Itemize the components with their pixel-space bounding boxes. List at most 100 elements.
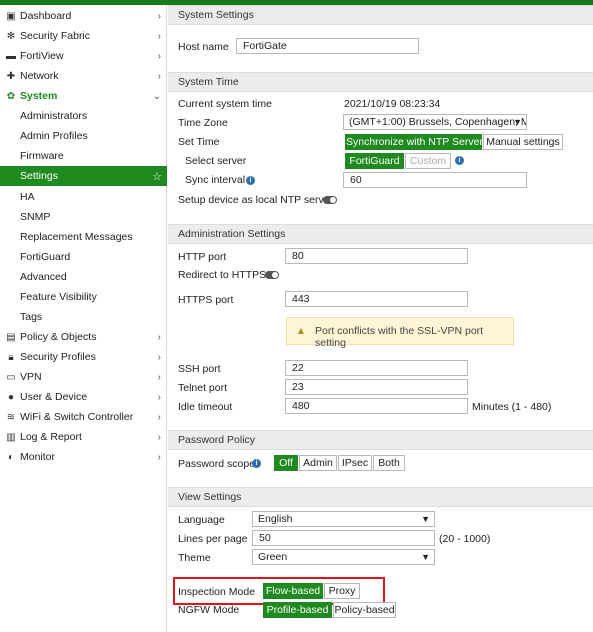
info-icon[interactable]: i	[252, 459, 261, 468]
sidebar-item-administrators[interactable]: Administrators	[0, 106, 167, 126]
star-icon[interactable]: ☆	[152, 170, 162, 183]
sidebar-item-ha[interactable]: HA	[0, 187, 167, 207]
ngfw-profile-based-button[interactable]: Profile-based	[263, 602, 332, 618]
password-scope-admin[interactable]: Admin	[299, 455, 337, 471]
chevron-right-icon: ›	[157, 351, 161, 363]
user-icon: ●	[7, 391, 15, 403]
sidebar-item-fortiguard[interactable]: FortiGuard	[0, 247, 167, 267]
sidebar-item-vpn[interactable]: ▭ VPN ›	[0, 367, 167, 387]
section-header-system-time: System Time	[168, 72, 593, 92]
hostname-input[interactable]: FortiGate	[236, 38, 419, 54]
settings-main: System Settings Host name FortiGate Syst…	[168, 5, 593, 632]
theme-select[interactable]: Green ▼	[252, 549, 435, 565]
sidebar-item-snmp[interactable]: SNMP	[0, 207, 167, 227]
manual-settings-button[interactable]: Manual settings	[483, 134, 563, 150]
chevron-right-icon: ›	[157, 451, 161, 463]
sidebar-item-security-profiles[interactable]: 🔒︎ Security Profiles ›	[0, 347, 167, 367]
inspection-proxy-button[interactable]: Proxy	[324, 583, 360, 599]
section-header-password-policy: Password Policy	[168, 430, 593, 450]
ngfw-policy-based-button[interactable]: Policy-based	[333, 602, 396, 618]
chevron-right-icon: ›	[157, 10, 161, 22]
chevron-right-icon: ›	[157, 371, 161, 383]
chart-icon: ▥	[6, 431, 16, 443]
current-time-value: 2021/10/19 08:23:34	[344, 98, 441, 110]
ssh-port-input[interactable]: 22	[285, 360, 468, 376]
warning-text: Port conflicts with the SSL-VPN port set…	[315, 325, 484, 349]
section-header-system-settings: System Settings	[168, 5, 593, 25]
chevron-down-icon: ⌄	[152, 90, 161, 102]
hostname-label: Host name	[178, 41, 229, 53]
sidebar: ▣ Dashboard › ✻ Security Fabric › ▬ Fort…	[0, 5, 167, 632]
password-scope-ipsec[interactable]: IPsec	[338, 455, 372, 471]
sync-interval-label: Sync interval	[185, 174, 246, 186]
warning-icon: ▲	[296, 326, 306, 337]
sidebar-item-firmware[interactable]: Firmware	[0, 146, 167, 166]
chevron-right-icon: ›	[157, 50, 161, 62]
sidebar-item-network[interactable]: ✚ Network ›	[0, 66, 167, 86]
sidebar-item-settings[interactable]: Settings ☆	[0, 166, 167, 186]
section-header-view-settings: View Settings	[168, 487, 593, 507]
sync-interval-input[interactable]: 60	[343, 172, 527, 188]
language-select[interactable]: English ▼	[252, 511, 435, 527]
idle-timeout-input[interactable]: 480	[285, 398, 468, 414]
sidebar-item-log-report[interactable]: ▥ Log & Report ›	[0, 427, 167, 447]
https-port-input[interactable]: 443	[285, 291, 468, 307]
chevron-right-icon: ›	[157, 431, 161, 443]
sidebar-item-security-fabric[interactable]: ✻ Security Fabric ›	[0, 26, 167, 46]
http-port-input[interactable]: 80	[285, 248, 468, 264]
lock-icon: 🔒︎	[8, 351, 14, 363]
security-fabric-icon: ✻	[6, 30, 16, 42]
password-scope-both[interactable]: Both	[373, 455, 405, 471]
timezone-select[interactable]: (GMT+1:00) Brussels, Copenhagen, M ▼	[343, 114, 527, 130]
fortiview-icon: ▬	[6, 50, 16, 62]
local-ntp-toggle[interactable]	[323, 196, 337, 204]
sidebar-item-policy-objects[interactable]: ▤ Policy & Objects ›	[0, 327, 167, 347]
sync-ntp-button[interactable]: Synchronize with NTP Server	[345, 134, 483, 150]
chevron-right-icon: ›	[157, 30, 161, 42]
info-icon[interactable]: i	[455, 156, 464, 165]
select-server-label: Select server	[185, 155, 247, 167]
language-label: Language	[178, 514, 225, 526]
timezone-label: Time Zone	[178, 117, 228, 129]
ssh-port-label: SSH port	[178, 363, 221, 375]
sidebar-item-system[interactable]: ✿ System ⌄	[0, 86, 167, 106]
sidebar-item-admin-profiles[interactable]: Admin Profiles	[0, 126, 167, 146]
section-header-admin-settings: Administration Settings	[168, 224, 593, 244]
server-fortiguard-button[interactable]: FortiGuard	[345, 153, 404, 169]
sidebar-item-user-device[interactable]: ● User & Device ›	[0, 387, 167, 407]
wifi-icon: ≋	[6, 411, 16, 423]
caret-down-icon: ▼	[513, 117, 522, 127]
telnet-port-input[interactable]: 23	[285, 379, 468, 395]
http-port-label: HTTP port	[178, 251, 227, 263]
lines-per-page-label: Lines per page	[178, 533, 248, 545]
sidebar-item-feature-visibility[interactable]: Feature Visibility	[0, 287, 167, 307]
sidebar-item-dashboard[interactable]: ▣ Dashboard ›	[0, 6, 167, 26]
idle-timeout-hint: Minutes (1 - 480)	[472, 401, 552, 413]
vpn-icon: ▭	[6, 371, 16, 383]
redirect-https-label: Redirect to HTTPS	[178, 269, 267, 281]
theme-select-value: Green	[258, 551, 288, 563]
chevron-right-icon: ›	[157, 411, 161, 423]
sidebar-item-monitor[interactable]: ◐ Monitor ›	[0, 447, 167, 467]
caret-down-icon: ▼	[421, 552, 430, 562]
inspection-mode-label: Inspection Mode	[178, 586, 256, 598]
sidebar-item-replacement-messages[interactable]: Replacement Messages	[0, 227, 167, 247]
idle-timeout-label: Idle timeout	[178, 401, 233, 413]
port-conflict-warning: ▲ Port conflicts with the SSL-VPN port s…	[286, 317, 514, 349]
sidebar-item-fortiview[interactable]: ▬ FortiView ›	[0, 46, 167, 66]
chevron-right-icon: ›	[157, 331, 161, 343]
redirect-https-toggle[interactable]	[265, 271, 279, 279]
lines-per-page-input[interactable]: 50	[252, 530, 435, 546]
gear-icon: ✿	[6, 90, 16, 102]
https-port-label: HTTPS port	[178, 294, 234, 306]
password-scope-off[interactable]: Off	[274, 455, 298, 471]
monitor-icon: ◐	[7, 451, 15, 463]
sidebar-item-tags[interactable]: Tags	[0, 307, 167, 327]
inspection-flow-based-button[interactable]: Flow-based	[263, 583, 323, 599]
server-custom-button[interactable]: Custom	[405, 153, 451, 169]
sidebar-item-wifi-switch[interactable]: ≋ WiFi & Switch Controller ›	[0, 407, 167, 427]
info-icon[interactable]: i	[246, 176, 255, 185]
sidebar-item-advanced[interactable]: Advanced	[0, 267, 167, 287]
telnet-port-label: Telnet port	[178, 382, 228, 394]
current-time-label: Current system time	[178, 98, 272, 110]
